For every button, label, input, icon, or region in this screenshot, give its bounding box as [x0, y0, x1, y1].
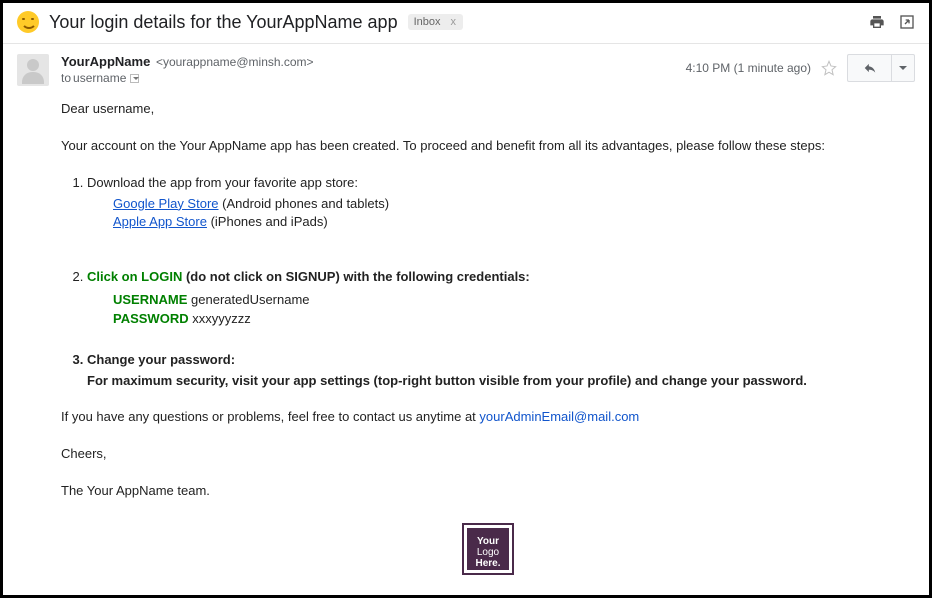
sender-meta-row: YourAppName <yourappname@minsh.com> to u…: [3, 44, 929, 86]
to-prefix: to: [61, 71, 71, 85]
company-logo: Your Logo Here.: [464, 525, 512, 573]
open-new-window-icon[interactable]: [899, 14, 915, 30]
google-play-link[interactable]: Google Play Store: [113, 196, 219, 211]
password-label: PASSWORD: [113, 311, 189, 326]
reply-button[interactable]: [847, 54, 891, 82]
from-email: <yourappname@minsh.com>: [156, 55, 314, 69]
logo-container: Your Logo Here.: [61, 519, 915, 583]
username-value: generatedUsername: [187, 292, 309, 307]
more-actions-button[interactable]: [891, 54, 915, 82]
intro-paragraph: Your account on the Your AppName app has…: [61, 137, 915, 156]
reply-icon: [861, 61, 879, 75]
cheers: Cheers,: [61, 445, 915, 464]
remove-label-icon[interactable]: x: [447, 16, 461, 28]
header-actions: [869, 14, 915, 30]
subject-bar: Your login details for the YourAppName a…: [3, 3, 929, 44]
star-icon[interactable]: [821, 60, 837, 76]
from-name: YourAppName: [61, 54, 150, 69]
inbox-label-chip[interactable]: Inbox x: [408, 14, 463, 30]
username-label: USERNAME: [113, 292, 187, 307]
email-subject: Your login details for the YourAppName a…: [49, 12, 398, 33]
step-2: Click on LOGIN (do not click on SIGNUP) …: [87, 268, 915, 329]
show-details-dropdown-icon[interactable]: [130, 74, 139, 83]
from-block: YourAppName <yourappname@minsh.com> to u…: [61, 54, 314, 85]
meta-right: 4:10 PM (1 minute ago): [686, 54, 915, 82]
step-3: Change your password: For maximum securi…: [87, 351, 915, 391]
contact-paragraph: If you have any questions or problems, f…: [61, 408, 915, 427]
step-1: Download the app from your favorite app …: [87, 174, 915, 233]
sender-avatar: [17, 54, 49, 86]
timestamp: 4:10 PM (1 minute ago): [686, 61, 811, 75]
to-line[interactable]: to username: [61, 71, 314, 85]
email-body: Dear username, Your account on the Your …: [3, 86, 929, 583]
email-view: Your login details for the YourAppName a…: [0, 0, 932, 598]
inbox-label-text: Inbox: [414, 16, 441, 28]
admin-email-link[interactable]: yourAdminEmail@mail.com: [479, 409, 639, 424]
apple-appstore-link[interactable]: Apple App Store: [113, 214, 207, 229]
greeting: Dear username,: [61, 100, 915, 119]
to-recipient: username: [73, 71, 126, 85]
smile-emoji-icon: [17, 11, 39, 33]
steps-list: Download the app from your favorite app …: [61, 174, 915, 391]
signoff: The Your AppName team.: [61, 482, 915, 501]
print-icon[interactable]: [869, 14, 885, 30]
chevron-down-icon: [899, 66, 907, 70]
password-value: xxxyyyzzz: [189, 311, 251, 326]
